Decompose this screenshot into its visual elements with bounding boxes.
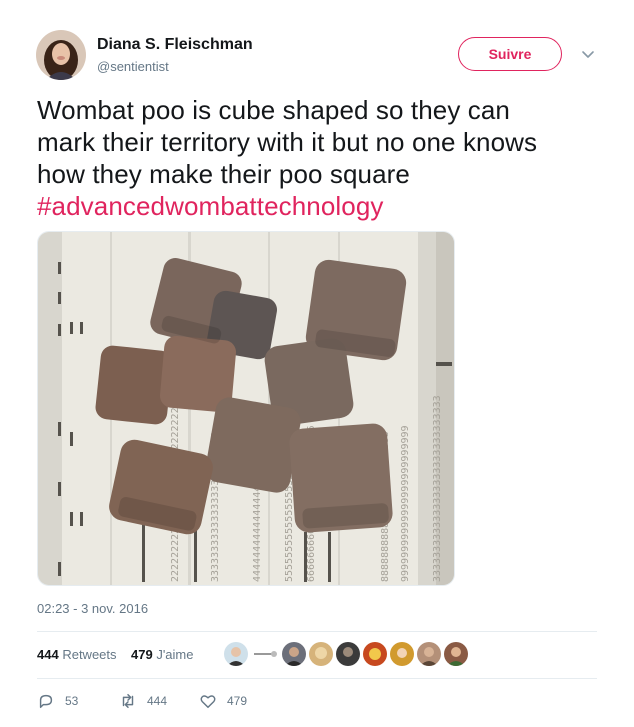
author-name[interactable]: Diana S. Fleischman (97, 36, 253, 54)
author-handle[interactable]: @sentientist (97, 59, 169, 74)
likes-count[interactable]: 479 (131, 647, 153, 662)
divider (37, 631, 597, 632)
liker-avatar[interactable] (224, 642, 248, 666)
svg-text:333333333333333333333333333333: 3333333333333333333333333333333 (432, 395, 443, 582)
heart-icon (200, 695, 216, 709)
tweet-photo[interactable]: 3333333333333333333333333333333 22222222… (37, 231, 455, 586)
tweet-text-line: Wombat poo is cube shaped so they can (37, 95, 510, 125)
liker-avatar[interactable] (444, 642, 468, 666)
reply-count: 53 (65, 694, 79, 708)
liker-avatar[interactable] (336, 642, 360, 666)
retweets-label[interactable]: Retweets (62, 647, 116, 662)
divider (37, 678, 597, 679)
retweet-icon (122, 693, 134, 709)
retweets-count[interactable]: 444 (37, 647, 59, 662)
retweet-count: 444 (147, 694, 168, 708)
engagement-stats: 444 Retweets 479 J'aime (37, 647, 193, 662)
liker-avatar[interactable] (417, 642, 441, 666)
tweet-text: Wombat poo is cube shaped so they can ma… (37, 94, 597, 222)
likes-label[interactable]: J'aime (156, 647, 193, 662)
like-button[interactable]: 479 (199, 690, 247, 712)
liker-avatar[interactable] (309, 642, 333, 666)
retweet-button[interactable]: 444 (119, 690, 167, 712)
author-avatar[interactable] (36, 30, 86, 80)
tweet-timestamp[interactable]: 02:23 - 3 nov. 2016 (37, 601, 148, 616)
tweet-text-line: mark their territory with it but no one … (37, 127, 538, 157)
liker-avatar[interactable] (363, 642, 387, 666)
like-count: 479 (227, 694, 248, 708)
svg-text:99999999999999999999999999: 99999999999999999999999999 (400, 425, 411, 582)
reply-button[interactable]: 53 (37, 690, 78, 712)
chevron-down-icon[interactable] (580, 48, 596, 60)
tweet-card: Diana S. Fleischman @sentientist Suivre … (0, 0, 634, 727)
tweet-text-line: how they make their poo square (37, 159, 410, 189)
liker-avatar[interactable] (390, 642, 414, 666)
liker-avatar[interactable] (252, 642, 280, 666)
follow-button[interactable]: Suivre (458, 37, 562, 71)
hashtag-link[interactable]: #advancedwombattechnology (37, 190, 597, 222)
liker-avatar[interactable] (282, 642, 306, 666)
reply-icon (39, 694, 53, 709)
